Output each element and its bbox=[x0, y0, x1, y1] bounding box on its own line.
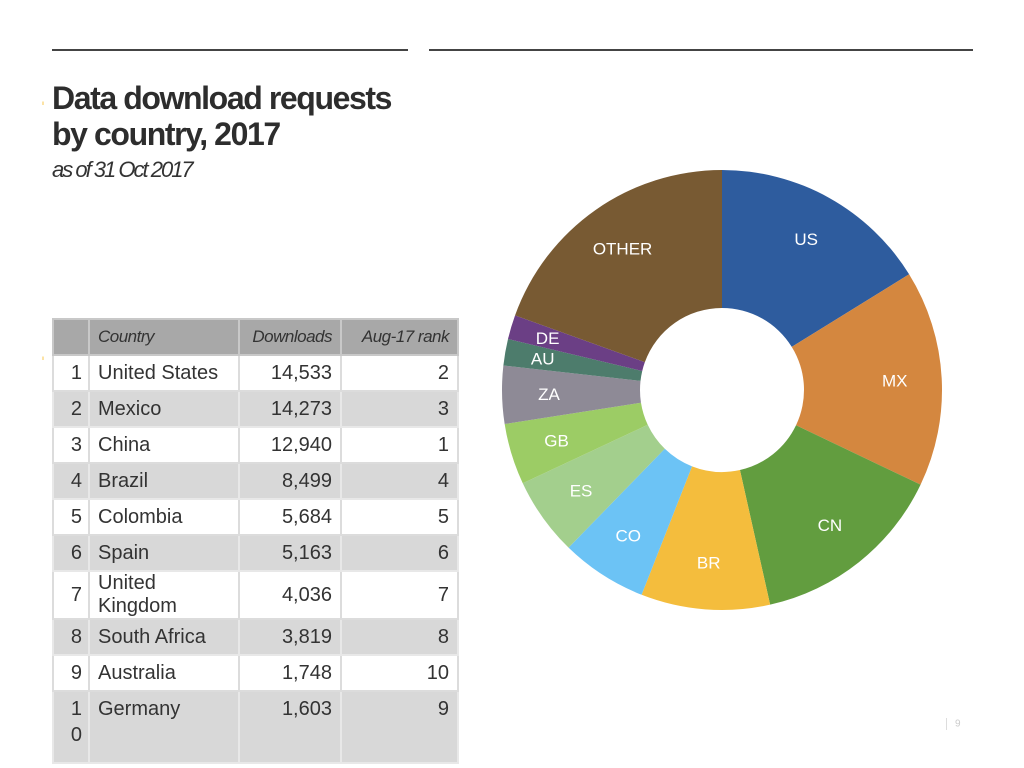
row-aug-rank: 3 bbox=[340, 390, 459, 428]
col-header-aug-rank: Aug-17 rank bbox=[340, 318, 459, 356]
header-rule-right bbox=[429, 49, 973, 51]
row-rank: 5 bbox=[52, 498, 90, 536]
row-downloads: 3,819 bbox=[238, 618, 342, 656]
page-number-text: 9 bbox=[955, 718, 961, 730]
row-downloads: 14,273 bbox=[238, 390, 342, 428]
row-aug-rank: 10 bbox=[340, 654, 459, 692]
row-aug-rank: 6 bbox=[340, 534, 459, 572]
row-country: Germany bbox=[88, 690, 240, 764]
row-downloads: 12,940 bbox=[238, 426, 342, 464]
page-subtitle: as of 31 Oct 2017 bbox=[52, 157, 194, 182]
row-rank: 8 bbox=[52, 618, 90, 656]
row-aug-rank: 7 bbox=[340, 570, 459, 620]
row-country: Spain bbox=[88, 534, 240, 572]
donut-label-gb: GB bbox=[544, 432, 569, 451]
donut-label-cn: CN bbox=[818, 516, 843, 535]
row-rank: 9 bbox=[52, 654, 90, 692]
donut-label-de: DE bbox=[536, 329, 560, 348]
table-row: 1 United States 14,533 2 bbox=[52, 354, 459, 392]
row-aug-rank: 4 bbox=[340, 462, 459, 500]
row-rank: 3 bbox=[52, 426, 90, 464]
row-rank: 10 bbox=[52, 690, 90, 764]
table-header-row: Country Downloads Aug-17 rank bbox=[52, 318, 459, 356]
page-title-line1: Data download requests bbox=[52, 80, 392, 116]
donut-label-co: CO bbox=[615, 526, 641, 545]
row-country: Colombia bbox=[88, 498, 240, 536]
row-aug-rank: 5 bbox=[340, 498, 459, 536]
col-header-downloads: Downloads bbox=[238, 318, 342, 356]
row-country: Mexico bbox=[88, 390, 240, 428]
row-downloads: 1,748 bbox=[238, 654, 342, 692]
row-downloads: 8,499 bbox=[238, 462, 342, 500]
donut-label-other: OTHER bbox=[593, 239, 653, 258]
row-country: United States bbox=[88, 354, 240, 392]
row-downloads: 4,036 bbox=[238, 570, 342, 620]
donut-label-br: BR bbox=[697, 553, 721, 572]
page-number: 9 bbox=[946, 718, 961, 730]
section-label-text: data access and use bbox=[36, 28, 44, 376]
header-rule-left bbox=[52, 49, 408, 51]
row-aug-rank: 9 bbox=[340, 690, 459, 764]
downloads-table: Country Downloads Aug-17 rank 1 United St… bbox=[52, 318, 459, 764]
row-downloads: 5,684 bbox=[238, 498, 342, 536]
table-row: 8 South Africa 3,819 8 bbox=[52, 618, 459, 656]
donut-label-us: US bbox=[794, 230, 818, 249]
table-row: 10 Germany 1,603 9 bbox=[52, 690, 459, 764]
row-downloads: 5,163 bbox=[238, 534, 342, 572]
table-row: 3 China 12,940 1 bbox=[52, 426, 459, 464]
donut-label-za: ZA bbox=[538, 385, 560, 404]
row-rank: 4 bbox=[52, 462, 90, 500]
row-rank: 2 bbox=[52, 390, 90, 428]
row-rank: 1 bbox=[52, 354, 90, 392]
row-country: South Africa bbox=[88, 618, 240, 656]
donut-label-es: ES bbox=[570, 481, 593, 500]
row-rank: 6 bbox=[52, 534, 90, 572]
donut-label-mx: MX bbox=[882, 372, 908, 391]
table-row: 7 United Kingdom 4,036 7 bbox=[52, 570, 459, 620]
row-rank: 7 bbox=[52, 570, 90, 620]
table-row: 5 Colombia 5,684 5 bbox=[52, 498, 459, 536]
row-country: United Kingdom bbox=[88, 570, 240, 620]
page-title-line2: by country, 2017 bbox=[52, 116, 281, 152]
row-country: China bbox=[88, 426, 240, 464]
table-row: 9 Australia 1,748 10 bbox=[52, 654, 459, 692]
section-side-label: data access and use bbox=[0, 0, 44, 380]
row-country: Brazil bbox=[88, 462, 240, 500]
donut-label-au: AU bbox=[531, 350, 555, 369]
row-country: Australia bbox=[88, 654, 240, 692]
row-aug-rank: 2 bbox=[340, 354, 459, 392]
row-downloads: 1,603 bbox=[238, 690, 342, 764]
row-aug-rank: 1 bbox=[340, 426, 459, 464]
page-title: Data download requests by country, 2017 bbox=[52, 80, 392, 152]
table-row: 4 Brazil 8,499 4 bbox=[52, 462, 459, 500]
col-header-rank bbox=[52, 318, 90, 356]
table-row: 2 Mexico 14,273 3 bbox=[52, 390, 459, 428]
table-row: 6 Spain 5,163 6 bbox=[52, 534, 459, 572]
donut-chart: US MX CN BR CO ES GB ZA AU DE OTHER bbox=[502, 170, 942, 610]
col-header-country: Country bbox=[88, 318, 240, 356]
page-number-divider bbox=[946, 718, 947, 730]
row-aug-rank: 8 bbox=[340, 618, 459, 656]
row-downloads: 14,533 bbox=[238, 354, 342, 392]
